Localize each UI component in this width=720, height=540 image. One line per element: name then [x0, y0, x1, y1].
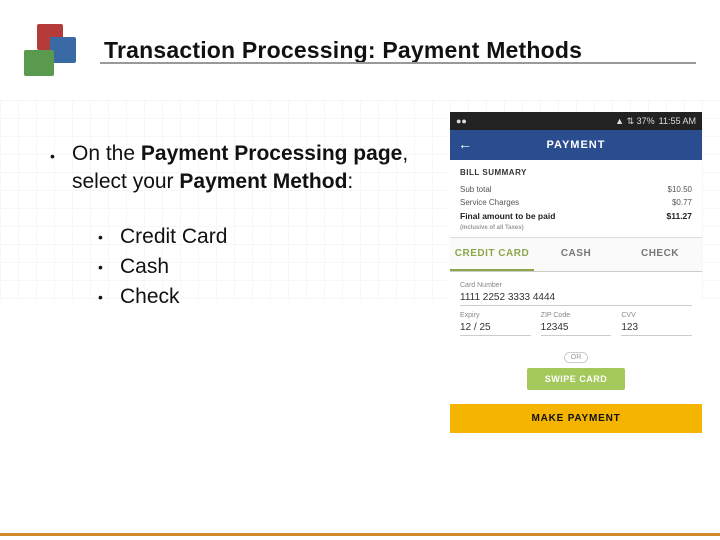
slide-header: Transaction Processing: Payment Methods: [24, 24, 696, 76]
cvv-label: CVV: [621, 312, 692, 319]
app-bar: ← PAYMENT: [450, 130, 702, 160]
bullet-dot: •: [98, 289, 106, 305]
card-number-label: Card Number: [460, 282, 692, 289]
bill-heading: BILL SUMMARY: [460, 168, 692, 177]
slide: Transaction Processing: Payment Methods …: [0, 0, 720, 540]
card-number-field[interactable]: Card Number 1111 2252 3333 4444: [460, 282, 692, 306]
expiry-field[interactable]: Expiry 12 / 25: [460, 312, 531, 336]
bullet-dot: •: [50, 148, 58, 164]
cvv-value[interactable]: 123: [621, 320, 692, 336]
zip-label: ZIP Code: [541, 312, 612, 319]
footer-accent: [0, 533, 720, 536]
title-underline: [100, 62, 696, 64]
slide-body: • On the Payment Processing page, select…: [50, 140, 420, 313]
sub-bullet: • Check: [98, 283, 420, 311]
cvv-field[interactable]: CVV 123: [621, 312, 692, 336]
status-time: 11:55 AM: [659, 116, 696, 126]
credit-card-form: Card Number 1111 2252 3333 4444 Expiry 1…: [450, 272, 702, 396]
bill-summary: BILL SUMMARY Sub total$10.50 Service Cha…: [450, 160, 702, 238]
make-payment-button[interactable]: MAKE PAYMENT: [450, 404, 702, 433]
payment-tabs: CREDIT CARD CASH CHECK: [450, 238, 702, 272]
android-statusbar: ●● ▲ ⇅ 37% 11:55 AM: [450, 112, 702, 130]
status-left: ●●: [456, 116, 467, 126]
sub-bullet-text: Credit Card: [120, 223, 227, 251]
tab-check[interactable]: CHECK: [618, 238, 702, 271]
row-service: Service Charges$0.77: [460, 196, 692, 209]
row-subtotal: Sub total$10.50: [460, 183, 692, 196]
sub-bullet-list: • Credit Card • Cash • Check: [98, 223, 420, 310]
status-icons: ▲ ⇅ 37%: [615, 116, 654, 127]
back-icon[interactable]: ←: [458, 136, 472, 152]
bullet-main: • On the Payment Processing page, select…: [50, 140, 420, 195]
bullet-dot: •: [98, 259, 106, 275]
slide-title: Transaction Processing: Payment Methods: [104, 37, 582, 64]
phone-mockup: ●● ▲ ⇅ 37% 11:55 AM ← PAYMENT BILL SUMMA…: [450, 112, 702, 433]
sub-bullet: • Credit Card: [98, 223, 420, 251]
logo-icon: [24, 24, 76, 76]
row-final: Final amount to be paid(Inclusive of all…: [460, 209, 692, 233]
zip-field[interactable]: ZIP Code 12345: [541, 312, 612, 336]
zip-value[interactable]: 12345: [541, 320, 612, 336]
card-number-value[interactable]: 1111 2252 3333 4444: [460, 290, 692, 306]
expiry-value[interactable]: 12 / 25: [460, 320, 531, 336]
swipe-card-button[interactable]: SWIPE CARD: [527, 368, 626, 390]
sub-bullet-text: Check: [120, 283, 180, 311]
tab-credit-card[interactable]: CREDIT CARD: [450, 238, 534, 271]
or-divider: OR: [460, 346, 692, 364]
sub-bullet: • Cash: [98, 253, 420, 281]
bullet-text: On the Payment Processing page, select y…: [72, 140, 420, 195]
expiry-label: Expiry: [460, 312, 531, 319]
tab-cash[interactable]: CASH: [534, 238, 618, 271]
sub-bullet-text: Cash: [120, 253, 169, 281]
appbar-title: PAYMENT: [547, 139, 606, 151]
bullet-dot: •: [98, 229, 106, 245]
